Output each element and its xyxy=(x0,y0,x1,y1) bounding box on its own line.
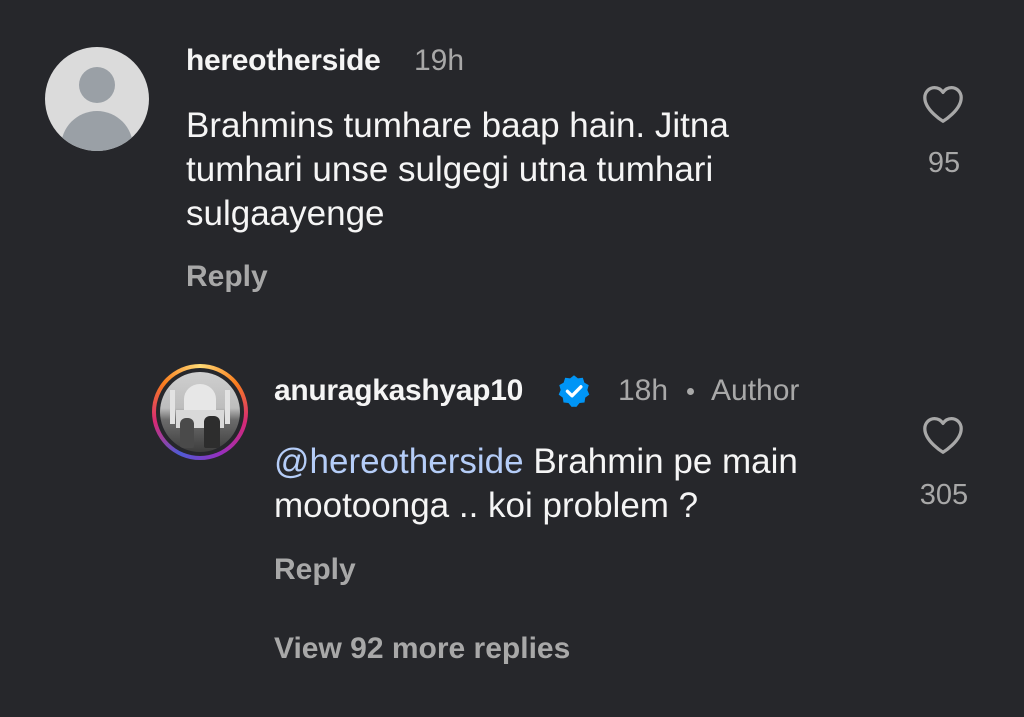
view-more-replies-button[interactable]: View 92 more replies xyxy=(274,632,570,666)
reply-button[interactable]: Reply xyxy=(186,260,268,294)
mention-link[interactable]: @hereotherside xyxy=(274,442,524,481)
reply-username[interactable]: anuragkashyap10 xyxy=(274,374,523,408)
reply-text-line: mootoonga .. koi problem ? xyxy=(274,486,699,525)
author-badge: Author xyxy=(711,374,800,407)
separator-dot xyxy=(687,388,694,395)
story-ring-avatar[interactable] xyxy=(152,364,248,460)
like-count[interactable]: 95 xyxy=(904,147,984,180)
comment-username[interactable]: hereotherside xyxy=(186,44,381,78)
comment-text-line: tumhari unse sulgegi utna tumhari xyxy=(186,150,714,189)
comment-text-line: sulgaayenge xyxy=(186,194,385,233)
profile-photo xyxy=(160,372,240,452)
reply-text: @hereotherside Brahmin pe main mootoonga… xyxy=(274,440,798,528)
verified-badge-icon xyxy=(558,375,590,407)
reply-timestamp: 18h xyxy=(618,374,669,407)
like-count[interactable]: 305 xyxy=(904,479,984,512)
comment-text: Brahmins tumhare baap hain. Jitna tumhar… xyxy=(186,104,729,236)
default-avatar-icon[interactable] xyxy=(45,47,149,151)
comment-timestamp: 19h xyxy=(414,44,465,77)
comment-text-line: Brahmins tumhare baap hain. Jitna xyxy=(186,106,729,145)
reply-text-line: Brahmin pe main xyxy=(533,442,798,481)
heart-icon[interactable] xyxy=(921,84,965,124)
reply-button[interactable]: Reply xyxy=(274,553,356,587)
heart-icon[interactable] xyxy=(921,415,965,455)
